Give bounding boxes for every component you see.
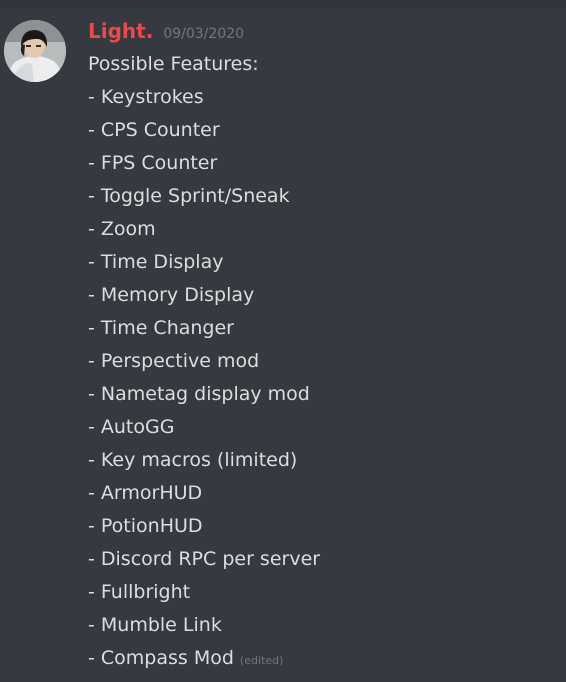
- message-line: - CPS Counter: [88, 119, 220, 141]
- message-line: - Keystrokes: [88, 86, 204, 108]
- message-line-last: - Compass Mod (edited): [88, 643, 558, 676]
- message-line: - ArmorHUD: [88, 482, 203, 504]
- avatar[interactable]: [4, 20, 66, 82]
- message-line: - Perspective mod: [88, 350, 260, 372]
- username[interactable]: Light.: [88, 16, 153, 46]
- message-line: - Fullbright: [88, 581, 191, 603]
- message-line: - Memory Display: [88, 284, 255, 306]
- edited-tag: (edited): [239, 654, 284, 667]
- message-line: - AutoGG: [88, 416, 175, 438]
- message-line: - Mumble Link: [88, 614, 222, 636]
- timestamp[interactable]: 09/03/2020: [163, 19, 244, 49]
- message-content: Possible Features: - Keystrokes - CPS Co…: [88, 49, 558, 676]
- avatar-image: [4, 20, 66, 82]
- message-line: - Zoom: [88, 218, 156, 240]
- message-line: - FPS Counter: [88, 152, 218, 174]
- message-line: - Key macros (limited): [88, 449, 298, 471]
- message-line: - Time Changer: [88, 317, 234, 339]
- message-line: - Discord RPC per server: [88, 548, 321, 570]
- message-line: - Toggle Sprint/Sneak: [88, 185, 290, 207]
- previous-message-edge: [0, 0, 566, 8]
- message-line: Possible Features:: [88, 53, 259, 75]
- message-line-text: - Compass Mod: [88, 647, 234, 669]
- message-header: Light. 09/03/2020: [88, 16, 244, 46]
- message-line: - Nametag display mod: [88, 383, 310, 405]
- chat-message: Light. 09/03/2020 Possible Features: - K…: [0, 8, 566, 682]
- message-line: - PotionHUD: [88, 515, 203, 537]
- message-line: - Time Display: [88, 251, 224, 273]
